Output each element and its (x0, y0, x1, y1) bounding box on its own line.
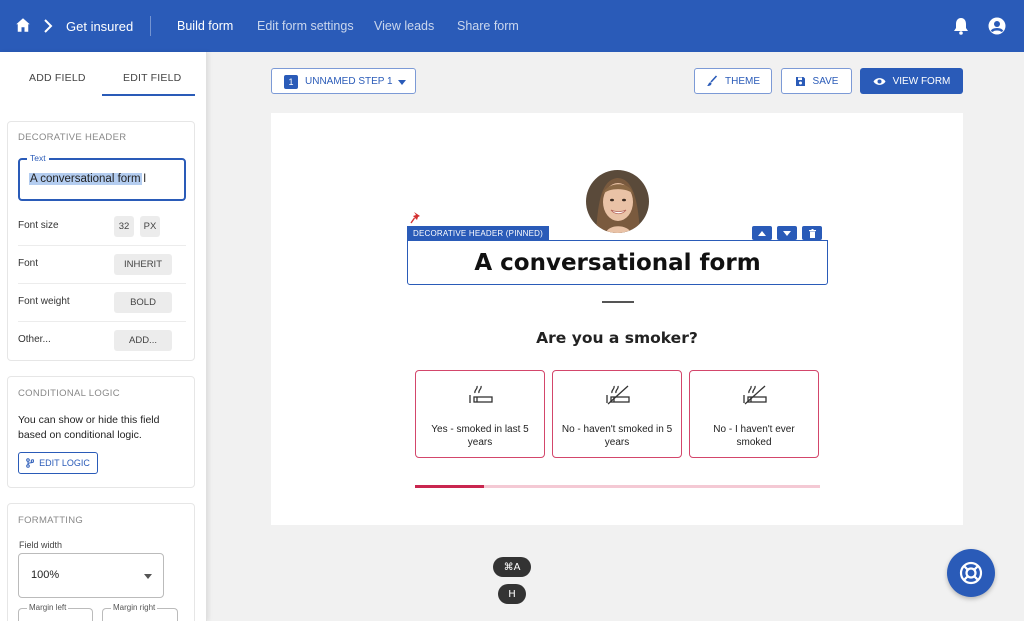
no-smoking-icon (606, 385, 630, 405)
view-form-label: VIEW FORM (892, 75, 951, 87)
caret-down-icon (783, 230, 791, 236)
answer-option[interactable]: No - haven't smoked in 5 years (552, 370, 682, 458)
no-smoking-icon (743, 385, 767, 405)
step-label: UNNAMED STEP 1 (305, 76, 393, 87)
pin-icon (410, 212, 420, 224)
cigarette-icon (469, 385, 493, 403)
branch-icon (26, 458, 35, 468)
delete-field-button[interactable] (802, 226, 822, 240)
dropdown-arrow-icon (398, 80, 406, 85)
question-title: Are you a smoker? (536, 329, 698, 347)
view-form-button[interactable]: VIEW FORM (860, 68, 963, 94)
step-number-badge: 1 (284, 75, 298, 89)
tab-add-field[interactable]: ADD FIELD (29, 72, 86, 84)
nav-build-form[interactable]: Build form (177, 19, 233, 33)
home-icon[interactable] (14, 16, 32, 34)
field-width-label: Field width (19, 540, 63, 550)
account-icon[interactable] (988, 17, 1006, 35)
font-size-row: Font size 32 PX (18, 208, 186, 246)
form-preview-canvas: DECORATIVE HEADER (PINNED) A conversatio… (271, 113, 963, 525)
answer-option[interactable]: Yes - smoked in last 5 years (415, 370, 545, 458)
field-width-select[interactable]: 100% (18, 553, 164, 598)
header-field-tag: DECORATIVE HEADER (PINNED) (407, 226, 549, 240)
font-chip[interactable]: INHERIT (114, 254, 172, 275)
trash-icon (808, 228, 816, 238)
top-navigation-bar: Get insured Build form Edit form setting… (0, 0, 1024, 52)
move-up-button[interactable] (752, 226, 772, 240)
caret-up-icon (758, 230, 766, 236)
font-row: Font INHERIT (18, 246, 186, 284)
field-label: Text (27, 153, 49, 163)
edit-logic-button[interactable]: EDIT LOGIC (18, 452, 98, 474)
theme-label: THEME (725, 75, 760, 87)
theme-button[interactable]: THEME (694, 68, 772, 94)
nav-divider (150, 16, 151, 36)
row-label: Font (18, 258, 39, 269)
edit-logic-label: EDIT LOGIC (39, 458, 90, 468)
font-size-unit[interactable]: PX (140, 216, 160, 237)
bell-icon[interactable] (953, 17, 969, 35)
margin-left-field[interactable]: Margin left (18, 603, 93, 621)
save-label: SAVE (812, 75, 839, 87)
header-text-input[interactable]: A conversational form (29, 173, 142, 185)
header-divider (602, 301, 634, 303)
nav-edit-form-settings[interactable]: Edit form settings (257, 19, 354, 33)
formatting-section: FORMATTING Field width 100% Margin left … (7, 503, 195, 621)
row-label: Font size (18, 220, 59, 231)
add-style-button[interactable]: ADD... (114, 330, 172, 351)
section-title: FORMATTING (18, 515, 84, 526)
margin-left-label: Margin left (27, 603, 69, 612)
field-editor-panel: ADD FIELD EDIT FIELD DECORATIVE HEADER T… (0, 52, 207, 621)
option-label: No - I haven't ever smoked (713, 424, 795, 448)
font-weight-chip[interactable]: BOLD (114, 292, 172, 313)
nav-view-leads[interactable]: View leads (374, 19, 434, 33)
option-label: Yes - smoked in last 5 years (431, 424, 529, 448)
header-text-field[interactable]: Text A conversational form I (18, 153, 186, 201)
text-cursor-icon: I (143, 171, 147, 185)
conditional-logic-section: CONDITIONAL LOGIC You can show or hide t… (7, 376, 195, 488)
margin-right-label: Margin right (111, 603, 158, 612)
section-title: DECORATIVE HEADER (18, 132, 127, 143)
logic-description: You can show or hide this field based on… (18, 414, 160, 441)
panel-tabs: ADD FIELD EDIT FIELD (0, 52, 207, 98)
decorative-header-section: DECORATIVE HEADER Text A conversational … (7, 121, 195, 361)
save-icon (795, 76, 805, 86)
row-label: Font weight (18, 296, 70, 307)
keyboard-key-badge: H (498, 584, 526, 604)
font-weight-row: Font weight BOLD (18, 284, 186, 322)
section-title: CONDITIONAL LOGIC (18, 388, 120, 399)
form-progress-bar (415, 485, 820, 488)
active-tab-indicator (102, 94, 195, 96)
save-button[interactable]: SAVE (781, 68, 852, 94)
step-selector[interactable]: 1 UNNAMED STEP 1 (271, 68, 416, 94)
margin-right-field[interactable]: Margin right (102, 603, 178, 621)
eye-icon (873, 77, 886, 85)
avatar (586, 170, 649, 233)
form-name-link[interactable]: Get insured (66, 19, 133, 34)
progress-fill (415, 485, 484, 488)
lifebuoy-icon (959, 561, 983, 585)
row-label: Other... (18, 334, 51, 345)
chevron-right-icon (44, 19, 53, 33)
dropdown-arrow-icon (144, 574, 152, 579)
field-width-value: 100% (31, 569, 60, 581)
option-label: No - haven't smoked in 5 years (561, 424, 673, 448)
help-button[interactable] (947, 549, 995, 597)
keyboard-shortcut-badge: ⌘A (493, 557, 531, 577)
font-size-value[interactable]: 32 (114, 216, 134, 237)
decorative-header-field[interactable]: A conversational form (407, 240, 828, 285)
answer-option[interactable]: No - I haven't ever smoked (689, 370, 819, 458)
other-row: Other... ADD... (18, 322, 186, 360)
move-down-button[interactable] (777, 226, 797, 240)
brush-icon (707, 75, 718, 86)
nav-share-form[interactable]: Share form (457, 19, 519, 33)
tab-edit-field[interactable]: EDIT FIELD (123, 72, 181, 84)
form-header-text: A conversational form (474, 249, 761, 276)
